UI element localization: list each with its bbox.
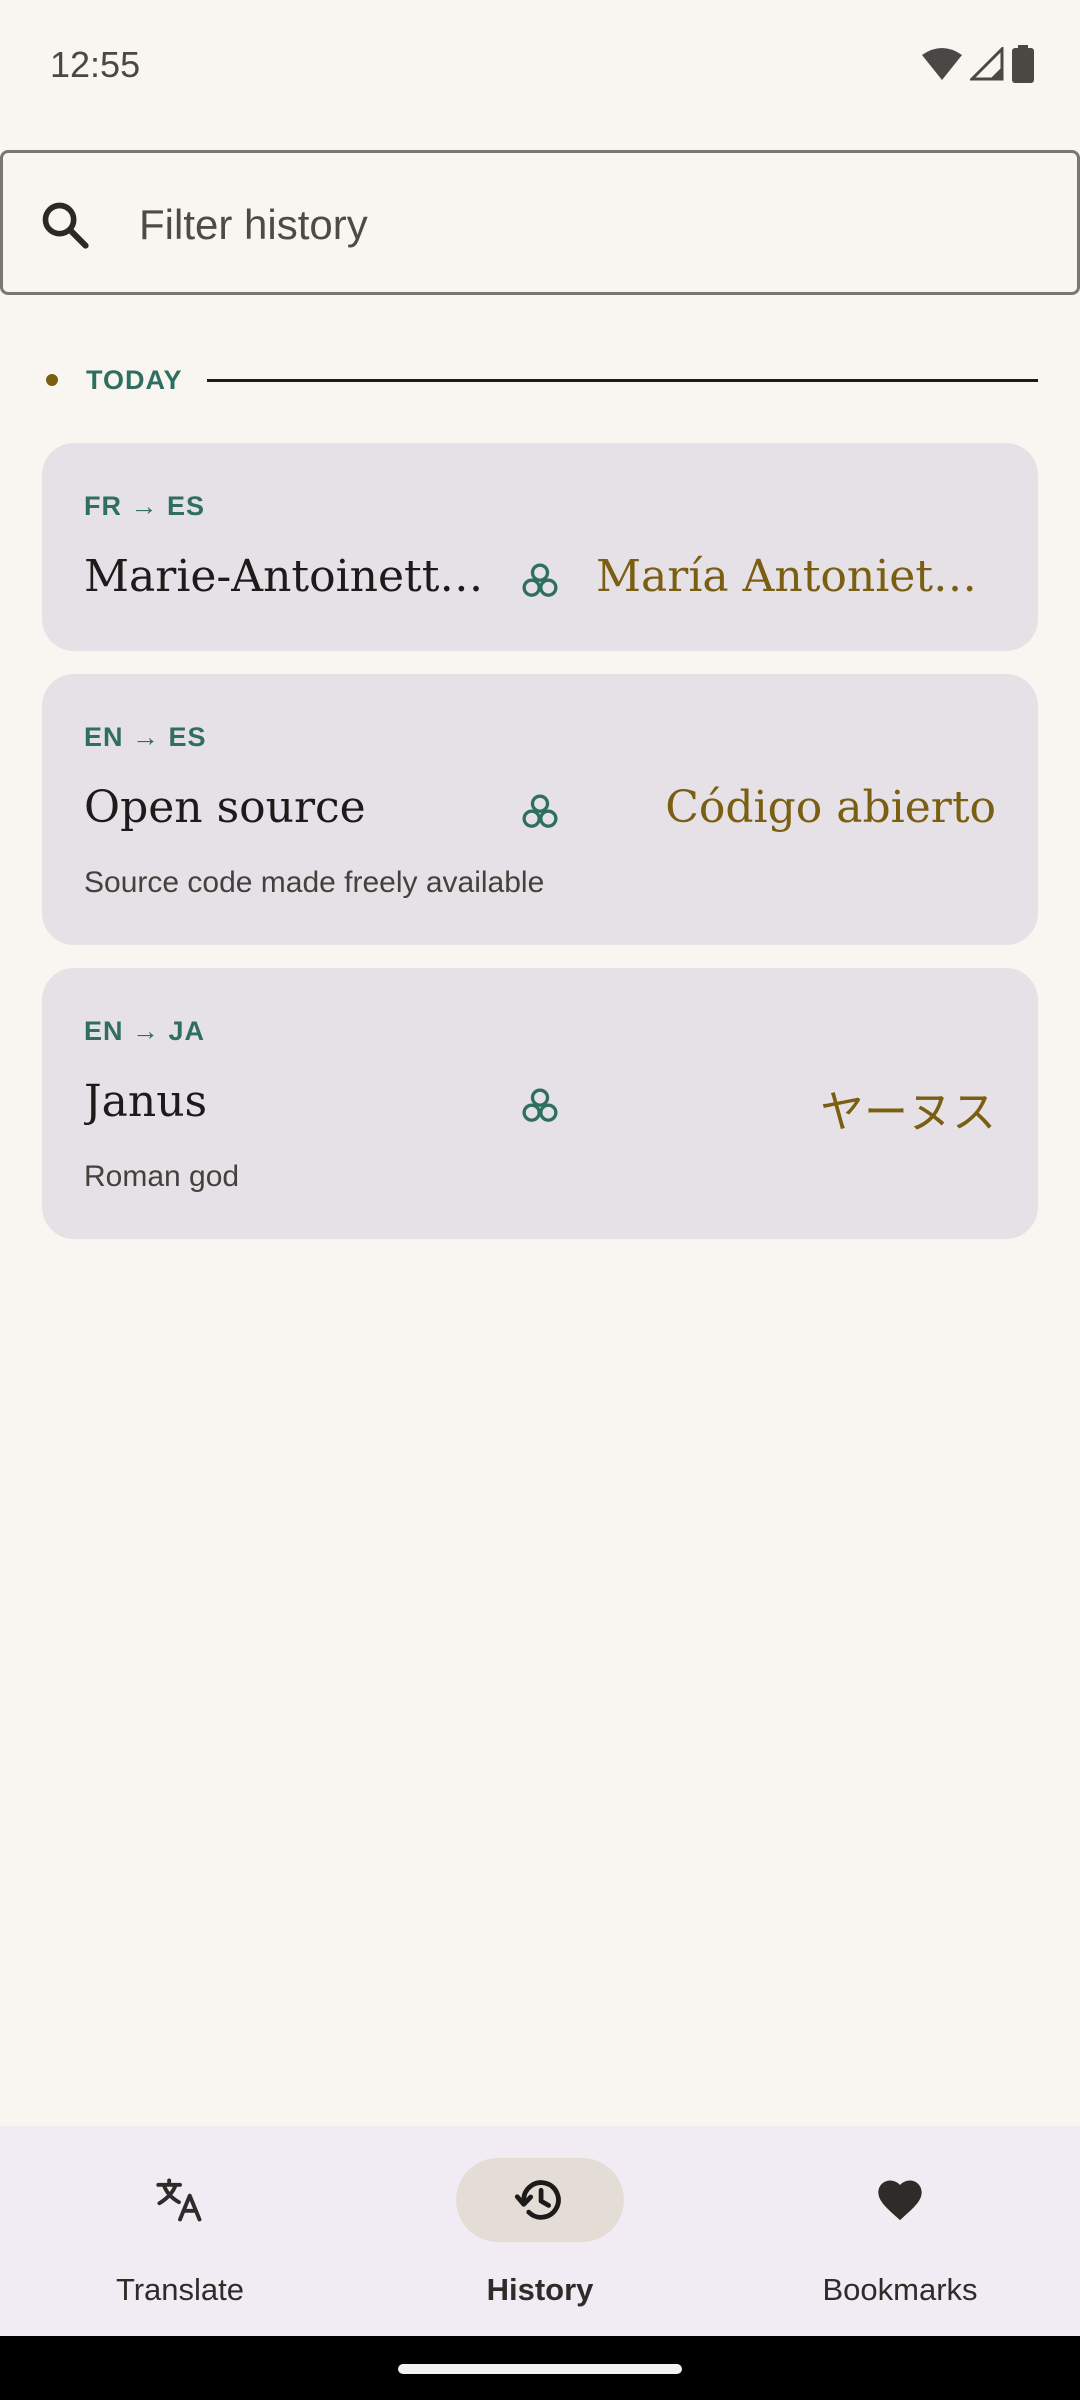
translate-icon bbox=[156, 2178, 202, 2222]
section-label: TODAY bbox=[86, 364, 183, 395]
history-item-source: Marie-Antoinette ... bbox=[84, 551, 484, 602]
bottom-navigation: Translate History Bookmarks bbox=[0, 2126, 1080, 2336]
nav-label-translate: Translate bbox=[115, 2272, 245, 2307]
nav-label-bookmarks: Bookmarks bbox=[822, 2272, 978, 2307]
history-item-description: Source code made freely available bbox=[84, 866, 545, 899]
nav-item-bookmarks[interactable]: Bookmarks bbox=[720, 2126, 1080, 2336]
section-divider bbox=[206, 378, 1038, 382]
history-icon bbox=[514, 2180, 561, 2220]
history-item[interactable]: EN → JA Janus ヤーヌス Roman god bbox=[42, 968, 1038, 1239]
history-item-source: Janus bbox=[84, 1076, 208, 1127]
heart-icon bbox=[878, 2180, 922, 2221]
search-box[interactable] bbox=[0, 150, 1080, 295]
engine-icon bbox=[522, 794, 558, 828]
nav-item-history[interactable]: History bbox=[360, 2126, 720, 2336]
engine-icon bbox=[522, 563, 558, 597]
history-item-target: María Antonieta ... bbox=[596, 551, 996, 602]
battery-icon bbox=[1012, 45, 1034, 83]
nav-label-history: History bbox=[486, 2272, 594, 2307]
history-item-target: Código abierto bbox=[665, 782, 996, 833]
status-bar: 12:55 bbox=[0, 0, 1080, 130]
gesture-bar bbox=[0, 2336, 1080, 2400]
signal-icon bbox=[970, 47, 1004, 81]
engine-icon bbox=[522, 1088, 558, 1122]
history-item-source: Open source bbox=[84, 782, 366, 833]
history-item-description: Roman god bbox=[84, 1160, 240, 1193]
history-item[interactable]: FR → ES Marie-Antoinette ... María Anton… bbox=[42, 443, 1038, 651]
history-item[interactable]: EN → ES Open source Código abierto Sourc… bbox=[42, 674, 1038, 945]
search-icon bbox=[42, 202, 89, 249]
section-dot bbox=[46, 374, 58, 386]
section-header-today: TODAY bbox=[42, 360, 1038, 400]
wifi-icon bbox=[922, 48, 962, 80]
status-time: 12:55 bbox=[50, 44, 141, 85]
history-item-lang: EN → JA bbox=[84, 1016, 206, 1046]
history-item-lang: EN → ES bbox=[84, 722, 207, 752]
nav-item-translate[interactable]: Translate bbox=[0, 2126, 360, 2336]
gesture-handle[interactable] bbox=[398, 2364, 682, 2374]
status-icons bbox=[922, 44, 1034, 84]
history-item-lang: FR → ES bbox=[84, 491, 206, 521]
history-item-target: ヤーヌス bbox=[820, 1087, 996, 1138]
search-input[interactable] bbox=[139, 183, 1039, 267]
